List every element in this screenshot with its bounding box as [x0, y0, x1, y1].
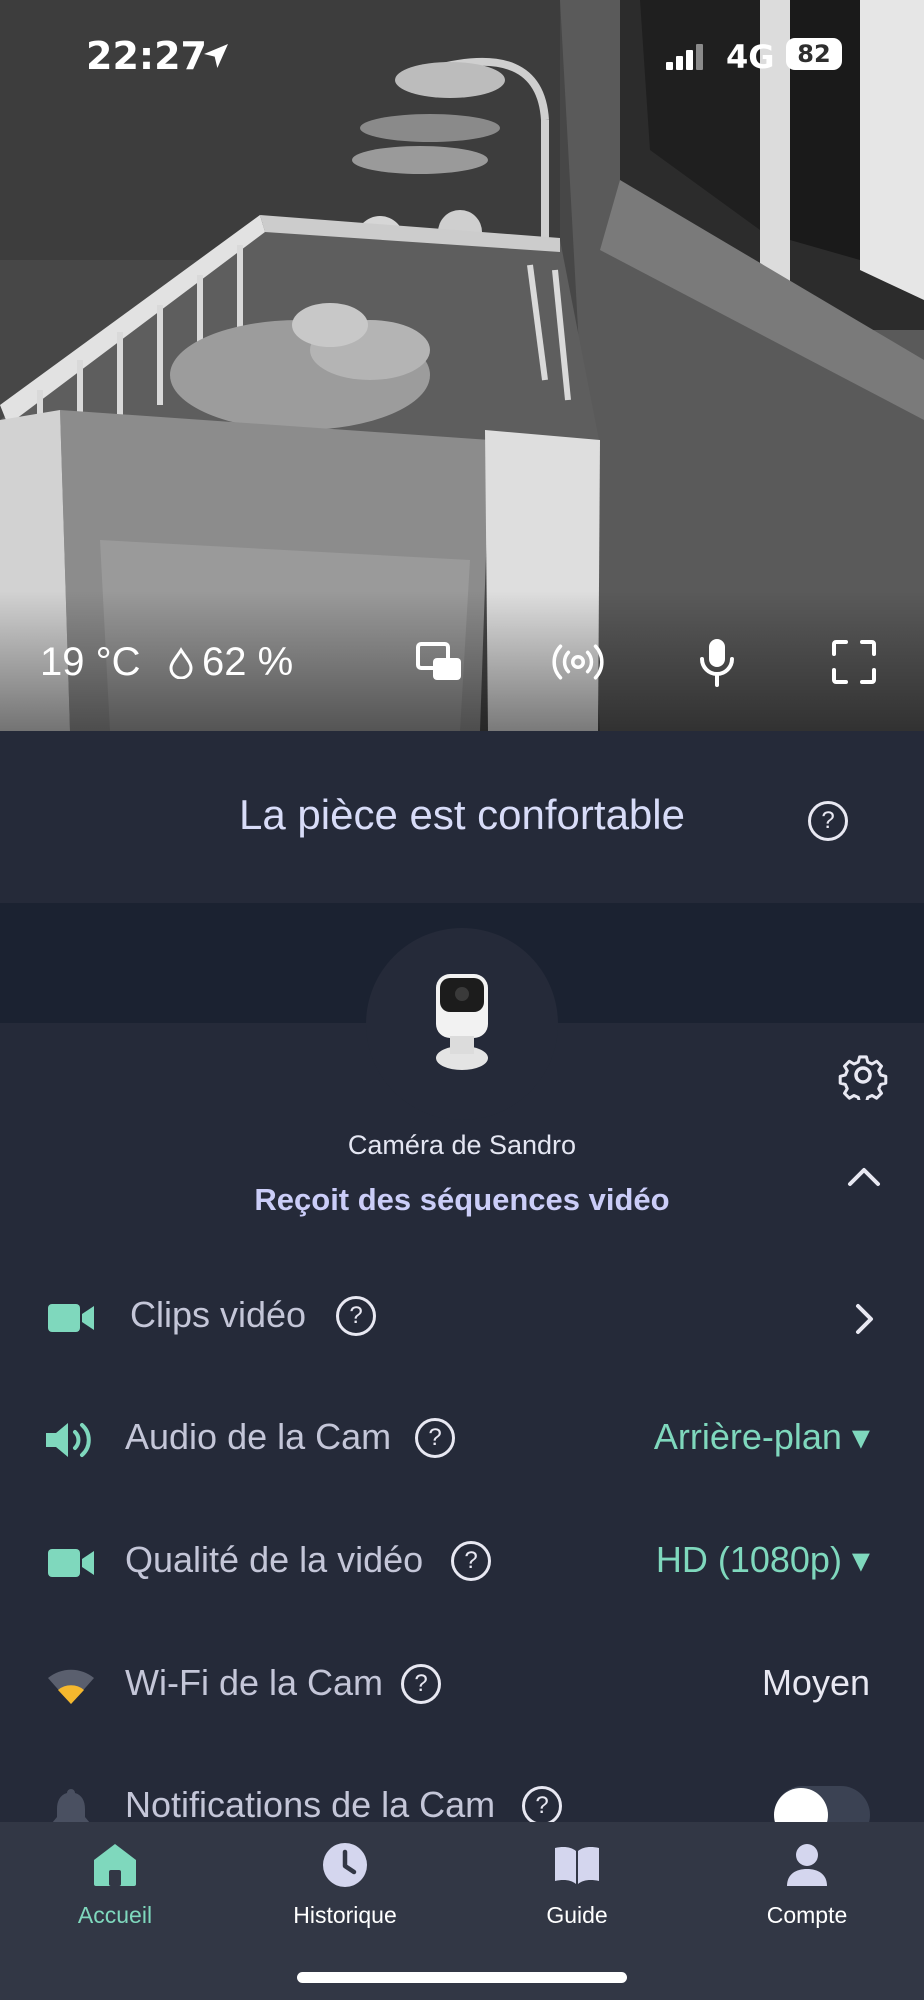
video-quality-dropdown[interactable]: HD (1080p) ▾	[656, 1539, 870, 1581]
comfort-message: La pièce est confortable	[239, 791, 685, 838]
humidity-drop-icon	[169, 646, 193, 679]
collapse-chevron-up-icon[interactable]	[846, 1160, 882, 1190]
camera-settings-gear-icon[interactable]	[838, 1050, 888, 1100]
tab-accueil[interactable]: Accueil	[15, 1840, 215, 1960]
comfort-help-icon[interactable]: ?	[808, 801, 848, 841]
wifi-signal-icon	[48, 1669, 94, 1704]
video-overlay-controls: 19 °C 62 %	[0, 630, 924, 700]
sound-waves-icon	[552, 644, 604, 680]
tab-guide[interactable]: Guide	[477, 1840, 677, 1960]
tab-label: Guide	[546, 1902, 608, 1928]
microphone-icon	[700, 639, 734, 687]
cam-wifi-strength: Moyen	[761, 1662, 870, 1703]
chevron-right-icon	[856, 1304, 873, 1334]
camera-name: Caméra de Sandro	[347, 1130, 577, 1160]
cellular-signal-icon	[666, 44, 703, 70]
person-icon	[787, 1844, 827, 1886]
cam-notifications-label: Notifications de la Cam	[125, 1784, 496, 1825]
microphone-button[interactable]	[689, 634, 745, 690]
settings-row-video-clips[interactable]: Clips vidéo ?	[0, 1268, 924, 1368]
fullscreen-icon	[832, 640, 876, 684]
location-arrow-icon	[204, 44, 228, 68]
video-quality-help-icon[interactable]: ?	[451, 1541, 491, 1581]
cam-wifi-help-icon[interactable]: ?	[401, 1664, 441, 1704]
cam-notifications-help-icon[interactable]: ?	[522, 1786, 562, 1826]
network-type: 4G	[726, 38, 775, 76]
status-time: 22:27	[86, 34, 207, 78]
video-camera-icon	[48, 1304, 94, 1332]
picture-in-picture-icon	[416, 642, 461, 680]
tab-label: Historique	[293, 1902, 397, 1928]
video-clips-label: Clips vidéo	[130, 1294, 307, 1335]
camera-video-feed[interactable]: 22:27 4G 82 19 °C 62 %	[0, 0, 924, 731]
humidity-value: 62 %	[202, 640, 294, 684]
tab-compte[interactable]: Compte	[707, 1840, 907, 1960]
cam-wifi-label: Wi-Fi de la Cam	[125, 1662, 384, 1703]
cam-audio-label: Audio de la Cam	[125, 1416, 392, 1457]
tab-label: Accueil	[77, 1902, 153, 1928]
cam-audio-help-icon[interactable]: ?	[415, 1418, 455, 1458]
humidity-reading: 62 %	[168, 640, 293, 685]
settings-row-video-quality[interactable]: Qualité de la vidéo ? HD (1080p) ▾	[0, 1513, 924, 1613]
speaker-icon	[46, 1423, 91, 1457]
home-icon	[94, 1844, 136, 1886]
camera-status: Reçoit des séquences vidéo	[254, 1182, 670, 1217]
book-icon	[555, 1847, 599, 1884]
tab-label: Compte	[766, 1902, 848, 1928]
cam-audio-dropdown[interactable]: Arrière-plan ▾	[654, 1416, 870, 1458]
battery-level: 82	[786, 38, 842, 70]
picture-in-picture-button[interactable]	[411, 634, 467, 690]
video-quality-label: Qualité de la vidéo	[125, 1539, 424, 1580]
settings-row-cam-audio[interactable]: Audio de la Cam ? Arrière-plan ▾	[0, 1390, 924, 1490]
clock-icon	[323, 1843, 367, 1887]
audio-stream-button[interactable]	[550, 634, 606, 690]
home-indicator	[297, 1972, 627, 1983]
settings-row-cam-wifi: Wi-Fi de la Cam ? Moyen	[0, 1636, 924, 1736]
video-camera-icon	[48, 1549, 94, 1577]
room-comfort-banner: La pièce est confortable ?	[0, 731, 924, 903]
video-clips-help-icon[interactable]: ?	[336, 1296, 376, 1336]
temperature-reading: 19 °C	[40, 640, 141, 684]
fullscreen-button[interactable]	[826, 634, 882, 690]
tab-historique[interactable]: Historique	[245, 1840, 445, 1960]
ios-status-bar: 22:27 4G 82	[0, 30, 924, 80]
camera-device-icon	[436, 974, 488, 1070]
